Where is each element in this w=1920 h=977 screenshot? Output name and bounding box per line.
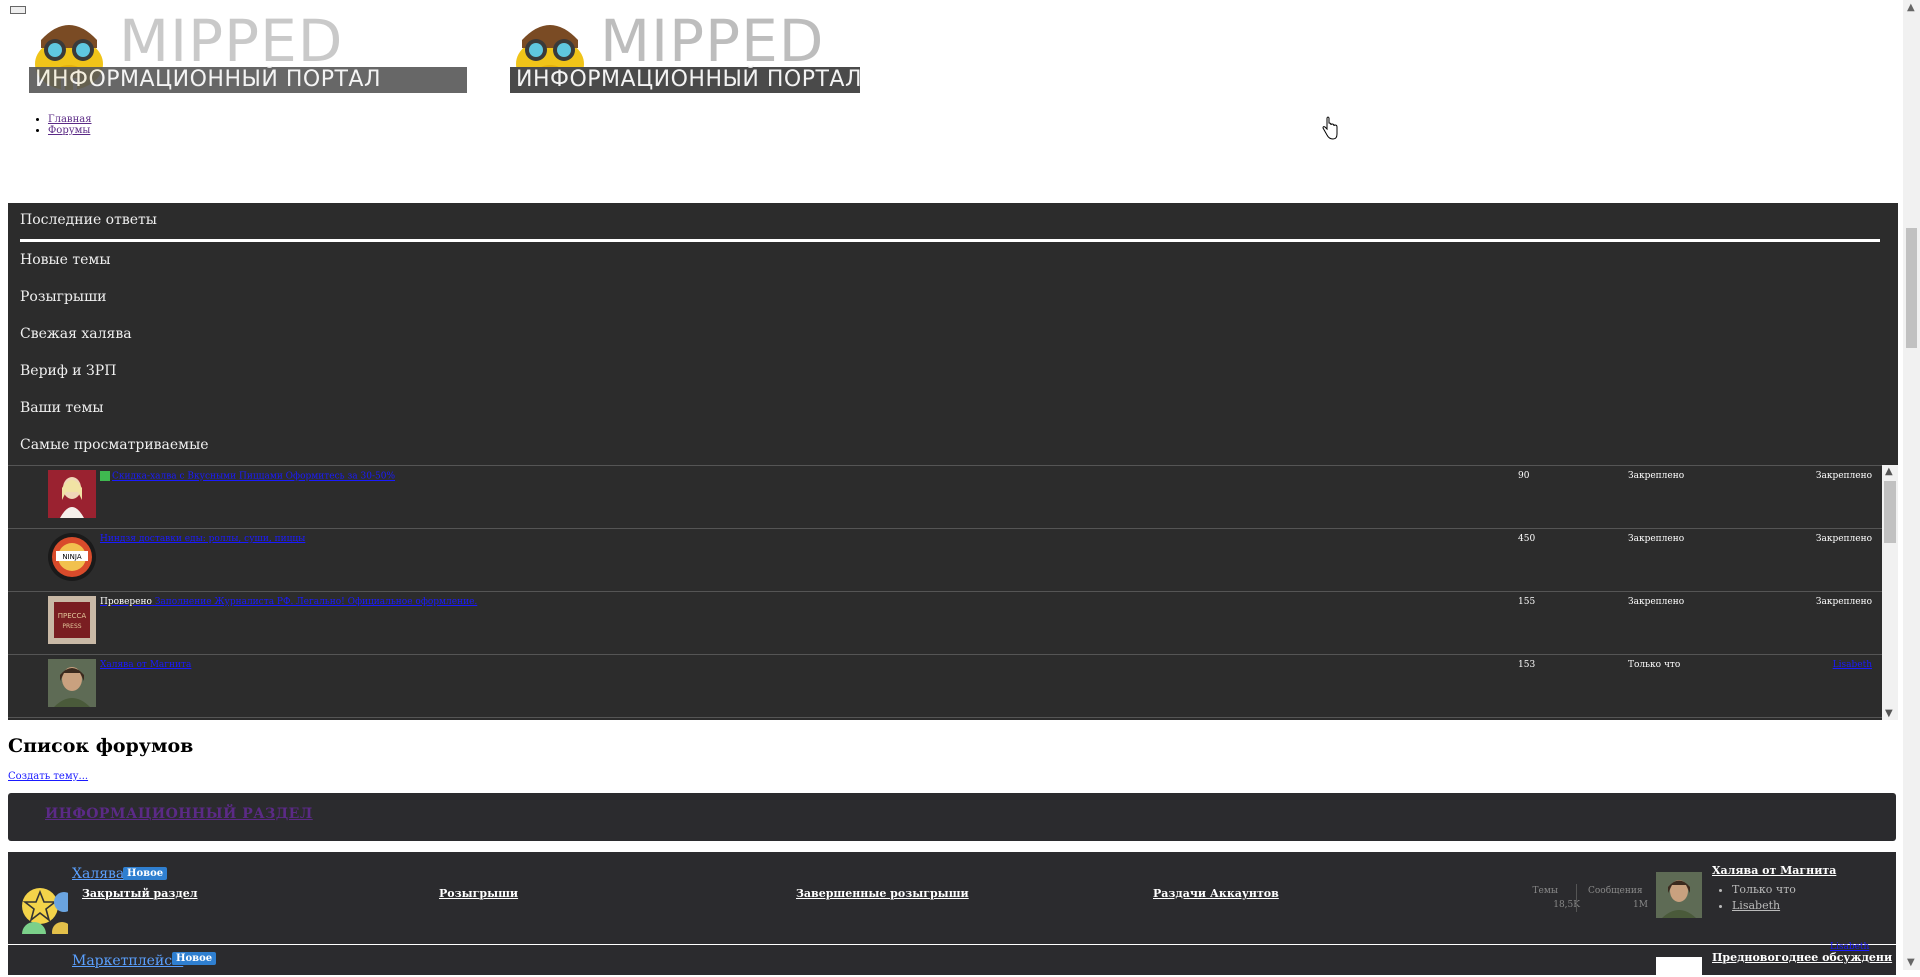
site-logo-secondary[interactable]: MIPPED ИНФОРМАЦИОННЫЙ ПОРТАЛ (510, 7, 862, 93)
threads-stat-label: Темы (1532, 886, 1559, 896)
thread-status: Закреплено (1628, 471, 1685, 481)
scroll-up-icon[interactable]: ▲ (1885, 466, 1893, 477)
svg-text:PRESS: PRESS (62, 623, 81, 630)
thread-avatar[interactable] (48, 470, 96, 518)
nav-item-home[interactable]: Главная (48, 114, 92, 125)
logo-subtitle: ИНФОРМАЦИОННЫЙ ПОРТАЛ (510, 67, 862, 93)
thread-list: Скидка-халва с Вкусными Пиццами Оформите… (8, 465, 1882, 721)
thread-last-post: Закреплено (1815, 534, 1872, 544)
latest-post-avatar[interactable] (1656, 957, 1702, 977)
latest-post-user-link[interactable]: Lisabeth (1830, 942, 1869, 952)
logo-word: MIPPED (119, 7, 344, 75)
page-scrollbar[interactable]: ▲ ▼ (1903, 0, 1920, 970)
thread-title[interactable]: Скидка-халва с Вкусными Пиццами Оформите… (100, 471, 395, 482)
threads-stat-value: 18,5K (1553, 900, 1580, 910)
thread-row[interactable]: Халява от Магнита 153 Только что Lisabet… (8, 655, 1882, 718)
latest-threads-widget: Последние ответы Новые темы Розыгрыши Св… (8, 203, 1898, 720)
latest-thread-title[interactable]: Предновогоднее обсуждени (1712, 951, 1892, 964)
category-header[interactable]: ИНФОРМАЦИОННЫЙ РАЗДЕЛ (8, 793, 1896, 841)
thread-reply-count: 450 (1518, 534, 1536, 544)
nav-forums-link[interactable]: Форумы (48, 125, 90, 136)
stat-divider (1576, 884, 1577, 912)
subforum-link[interactable]: Закрытый раздел (76, 887, 197, 900)
thread-status: Закреплено (1628, 597, 1685, 607)
tab-new-threads[interactable]: Новые темы (20, 252, 110, 268)
thread-status: Только что (1628, 660, 1681, 670)
tab-your-threads[interactable]: Ваши темы (20, 400, 104, 416)
thread-reply-count: 90 (1518, 471, 1530, 481)
thread-last-poster[interactable]: Lisabeth (1833, 660, 1872, 670)
svg-text:NINJA: NINJA (62, 553, 81, 561)
new-badge: Новое (123, 867, 168, 880)
new-badge: Новое (172, 952, 217, 965)
thread-status: Закреплено (1628, 534, 1685, 544)
latest-post-user[interactable]: Lisabeth (1732, 899, 1780, 912)
forum-node[interactable]: Маркетплейсы Новое Предновогоднее обсужд… (8, 945, 1896, 977)
thread-avatar[interactable]: ПРЕССА PRESS (48, 596, 96, 644)
verified-check-icon (100, 471, 110, 481)
thread-list-scrollbar[interactable]: ▲ ▼ (1882, 465, 1898, 720)
thread-avatar[interactable] (48, 659, 96, 707)
thread-row[interactable]: Скидка-халва с Вкусными Пиццами Оформите… (8, 466, 1882, 529)
latest-post-time: Только что (1732, 882, 1796, 898)
subforum-link[interactable]: Завершенные розыгрыши (790, 887, 969, 900)
thread-row[interactable]: ПРЕССА PRESS Проверено Заполнение Журнал… (8, 592, 1882, 655)
latest-post-avatar[interactable] (1656, 872, 1702, 918)
scrollbar-thumb[interactable] (1884, 481, 1896, 543)
latest-post-user-item: Lisabeth (1732, 898, 1796, 914)
active-tab-indicator (20, 239, 1880, 242)
forum-list-title: Список форумов (8, 735, 194, 757)
posts-stat-value: 1M (1633, 900, 1648, 910)
category-title[interactable]: ИНФОРМАЦИОННЫЙ РАЗДЕЛ (45, 806, 313, 822)
posts-stat-label: Сообщения (1588, 886, 1643, 896)
thread-last-post: Закреплено (1815, 597, 1872, 607)
thread-last-post: Закреплено (1815, 471, 1872, 481)
thread-title[interactable]: Ниндзя доставки еды: роллы, суши, пиццы (100, 534, 305, 544)
subforum-link[interactable]: Раздачи Аккаунтов (1147, 887, 1279, 900)
site-logo[interactable]: MIPPED ИНФОРМАЦИОННЫЙ ПОРТАЛ (29, 7, 467, 93)
forum-node[interactable]: Халява Новое Закрытый раздел Розыгрыши З… (8, 852, 1896, 945)
thread-title[interactable]: Проверено Заполнение Журналиста РФ. Лега… (100, 597, 477, 607)
latest-thread-title[interactable]: Халява от Магнита (1712, 864, 1836, 877)
scroll-down-icon[interactable]: ▼ (1907, 957, 1915, 968)
tab-giveaways[interactable]: Розыгрыши (20, 289, 106, 305)
svg-text:ПРЕССА: ПРЕССА (58, 612, 87, 620)
scroll-down-icon[interactable]: ▼ (1885, 708, 1893, 719)
logo-subtitle: ИНФОРМАЦИОННЫЙ ПОРТАЛ (29, 67, 467, 93)
thread-reply-count: 155 (1518, 597, 1536, 607)
thread-reply-count: 153 (1518, 660, 1536, 670)
thread-title[interactable]: Халява от Магнита (100, 660, 191, 670)
latest-post-meta: Только что Lisabeth (1716, 882, 1796, 914)
tab-verif[interactable]: Вериф и ЗРП (20, 363, 116, 379)
thread-row[interactable]: NINJA Ниндзя доставки еды: роллы, суши, … (8, 529, 1882, 592)
subforum-link[interactable]: Розыгрыши (433, 887, 518, 900)
thread-avatar[interactable]: NINJA (48, 533, 96, 581)
widget-tabs: Последние ответы Новые темы Розыгрыши Св… (8, 203, 1898, 465)
forum-title[interactable]: Маркетплейсы (72, 953, 183, 969)
menu-toggle-button[interactable] (10, 6, 26, 14)
scroll-up-icon[interactable]: ▲ (1907, 2, 1915, 13)
tab-fresh-freebies[interactable]: Свежая халява (20, 326, 132, 342)
main-nav: Главная Форумы (48, 114, 92, 136)
tab-most-viewed[interactable]: Самые просматриваемые (20, 437, 209, 453)
thread-prefix: Проверено (100, 597, 152, 607)
star-icon (22, 888, 68, 934)
hand-cursor-icon (1322, 116, 1338, 140)
logo-word: MIPPED (600, 7, 825, 75)
nav-item-forums[interactable]: Форумы (48, 125, 92, 136)
nav-home-link[interactable]: Главная (48, 114, 92, 125)
page-scrollbar-thumb[interactable] (1906, 228, 1917, 348)
create-thread-link[interactable]: Создать тему... (8, 771, 88, 782)
forum-title[interactable]: Халява (72, 866, 124, 882)
tab-latest-replies[interactable]: Последние ответы (20, 212, 157, 228)
